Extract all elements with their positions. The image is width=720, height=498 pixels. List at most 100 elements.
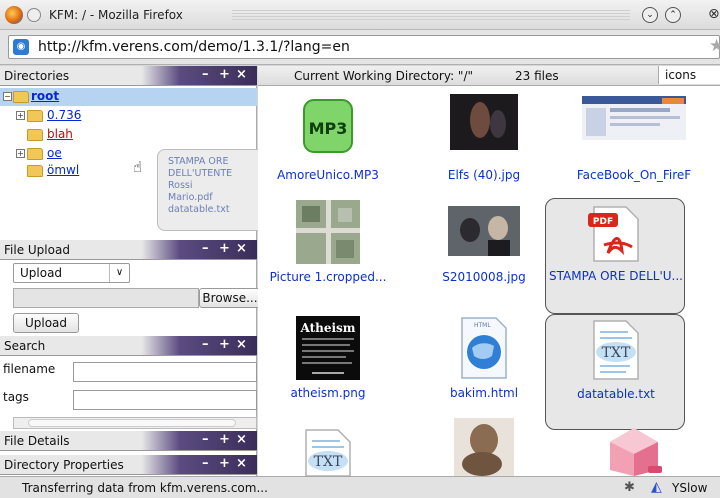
search-panel-header[interactable]: Search – + × bbox=[0, 336, 257, 356]
tree-root-label[interactable]: root bbox=[31, 89, 59, 103]
maximize-window-button[interactable]: ⌃ bbox=[665, 7, 681, 23]
directory-properties-panel-title: Directory Properties bbox=[4, 458, 124, 472]
view-mode-select[interactable]: icons bbox=[658, 66, 720, 84]
panel-maximize-button[interactable]: + bbox=[219, 67, 230, 82]
address-bar[interactable]: ◉ http://kfm.verens.com/demo/1.3.1/?lang… bbox=[8, 35, 720, 59]
panel-maximize-button[interactable]: + bbox=[219, 456, 230, 471]
filename-search-input[interactable] bbox=[73, 362, 257, 382]
file-upload-panel-header[interactable]: File Upload – + × bbox=[0, 240, 257, 260]
panel-minimize-button[interactable]: – bbox=[202, 241, 209, 256]
panel-maximize-button[interactable]: + bbox=[219, 241, 230, 256]
file-path-input[interactable] bbox=[13, 288, 199, 308]
window-menu-icon[interactable] bbox=[27, 8, 41, 22]
drag-tooltip: STAMPA ORE DELL'UTENTE Rossi Mario.pdf d… bbox=[157, 149, 267, 231]
file-item-picture1[interactable]: Picture 1.cropped... bbox=[258, 198, 398, 314]
pdf-file-icon: PDF bbox=[588, 206, 639, 262]
expand-icon[interactable]: + bbox=[16, 149, 25, 158]
panel-minimize-button[interactable]: – bbox=[202, 432, 209, 447]
panel-maximize-button[interactable]: + bbox=[219, 432, 230, 447]
tree-item-label[interactable]: blah bbox=[47, 127, 73, 141]
file-upload-panel-title: File Upload bbox=[4, 243, 70, 257]
panel-minimize-button[interactable]: – bbox=[202, 456, 209, 471]
file-item-atheism[interactable]: Atheism atheism.png bbox=[258, 314, 398, 430]
collapse-icon[interactable]: − bbox=[3, 92, 12, 101]
tree-root-row[interactable]: − root bbox=[0, 88, 257, 106]
yslow-icon[interactable]: ◭ bbox=[651, 479, 662, 495]
directories-panel-title: Directories bbox=[4, 69, 70, 83]
bookmark-star-icon[interactable]: ★ bbox=[709, 36, 720, 56]
panel-maximize-button[interactable]: + bbox=[219, 337, 230, 352]
image-thumbnail bbox=[450, 94, 518, 150]
upload-method-select[interactable]: Upload ∨ bbox=[13, 263, 130, 283]
firebug-icon[interactable]: ✱ bbox=[624, 480, 635, 495]
navigation-toolbar: ◉ http://kfm.verens.com/demo/1.3.1/?lang… bbox=[0, 30, 720, 65]
tooltip-line: Mario.pdf bbox=[168, 192, 213, 203]
panel-close-button[interactable]: × bbox=[236, 337, 247, 352]
browse-button[interactable]: Browse... bbox=[199, 288, 261, 308]
svg-text:MP3: MP3 bbox=[309, 119, 348, 138]
folder-icon bbox=[27, 148, 43, 160]
svg-text:Atheism: Atheism bbox=[299, 321, 355, 335]
chevron-down-icon: ∨ bbox=[109, 264, 129, 282]
horizontal-scrollbar[interactable] bbox=[13, 417, 257, 429]
expand-icon[interactable]: + bbox=[16, 111, 25, 120]
svg-text:TXT: TXT bbox=[314, 454, 343, 470]
file-item-zip[interactable] bbox=[564, 426, 704, 476]
file-item-bakim[interactable]: HTML bakim.html bbox=[414, 314, 554, 430]
file-name: atheism.png bbox=[290, 386, 366, 400]
address-bar-text[interactable]: http://kfm.verens.com/demo/1.3.1/?lang=e… bbox=[38, 39, 350, 55]
directory-tree: − root + 0.736 blah + oe ömwl ☝ STAMPA O… bbox=[0, 86, 267, 241]
panel-minimize-button[interactable]: – bbox=[202, 337, 209, 352]
file-item-sculpture[interactable] bbox=[414, 418, 554, 476]
folder-icon bbox=[27, 129, 43, 141]
file-item-elfs[interactable]: Elfs (40).jpg bbox=[414, 86, 554, 202]
panel-close-button[interactable]: × bbox=[236, 456, 247, 471]
directory-properties-panel-header[interactable]: Directory Properties – + × bbox=[0, 455, 257, 475]
directories-panel-header[interactable]: Directories – + × bbox=[0, 66, 257, 86]
txt-file-icon: TXT bbox=[305, 429, 351, 476]
firefox-logo-icon[interactable] bbox=[5, 6, 23, 24]
tags-search-input[interactable] bbox=[73, 390, 257, 410]
file-item-datatable[interactable]: TXT datatable.txt bbox=[545, 314, 685, 430]
file-count: 23 files bbox=[515, 69, 559, 83]
file-item-txt[interactable]: TXT bbox=[258, 426, 398, 476]
file-name: datatable.txt bbox=[577, 387, 655, 401]
file-item-stampa-ore[interactable]: PDF STAMPA ORE DELL'U... bbox=[545, 198, 685, 314]
status-bar: Transferring data from kfm.verens.com...… bbox=[0, 476, 720, 498]
site-identity-icon[interactable]: ◉ bbox=[13, 39, 29, 55]
image-thumbnail bbox=[582, 96, 686, 140]
upload-method-value: Upload bbox=[20, 266, 63, 280]
file-details-panel-header[interactable]: File Details – + × bbox=[0, 431, 257, 451]
minimize-window-button[interactable]: ⌄ bbox=[642, 7, 658, 23]
close-window-button[interactable]: ⊗ bbox=[708, 6, 720, 22]
titlebar-grip bbox=[232, 10, 630, 20]
image-thumbnail bbox=[448, 206, 520, 256]
file-item-facebook[interactable]: FaceBook_On_FireF bbox=[564, 86, 704, 202]
file-item-amoreunico[interactable]: MP3 AmoreUnico.MP3 bbox=[258, 86, 398, 202]
panel-close-button[interactable]: × bbox=[236, 241, 247, 256]
window-titlebar: KFM: / - Mozilla Firefox ⌄ ⌃ ⊗ bbox=[0, 0, 720, 30]
panel-close-button[interactable]: × bbox=[236, 432, 247, 447]
tree-item-label[interactable]: oe bbox=[47, 146, 62, 160]
svg-text:TXT: TXT bbox=[602, 345, 631, 361]
file-name: Elfs (40).jpg bbox=[447, 168, 521, 182]
upload-button[interactable]: Upload bbox=[13, 313, 79, 333]
image-thumbnail bbox=[454, 418, 514, 476]
folder-open-icon bbox=[13, 91, 29, 103]
file-browser-panel: Current Working Directory: "/" 23 files … bbox=[258, 66, 720, 476]
tooltip-line: datatable.txt bbox=[168, 204, 230, 215]
file-name: STAMPA ORE DELL'U... bbox=[549, 269, 683, 283]
yslow-label[interactable]: YSlow bbox=[672, 481, 707, 495]
mp3-file-icon: MP3 bbox=[303, 99, 353, 153]
view-mode-value: icons bbox=[665, 68, 697, 82]
zip-file-icon bbox=[610, 428, 662, 476]
file-name: S2010008.jpg bbox=[442, 270, 526, 284]
tooltip-line: DELL'UTENTE Rossi bbox=[168, 168, 233, 191]
tree-item-label[interactable]: 0.736 bbox=[47, 108, 81, 122]
panel-close-button[interactable]: × bbox=[236, 67, 247, 82]
panel-minimize-button[interactable]: – bbox=[202, 67, 209, 82]
folder-icon bbox=[27, 110, 43, 122]
scrollbar-thumb[interactable] bbox=[28, 419, 236, 427]
tree-item-label[interactable]: ömwl bbox=[47, 163, 79, 177]
file-item-s2010008[interactable]: S2010008.jpg bbox=[414, 198, 554, 314]
